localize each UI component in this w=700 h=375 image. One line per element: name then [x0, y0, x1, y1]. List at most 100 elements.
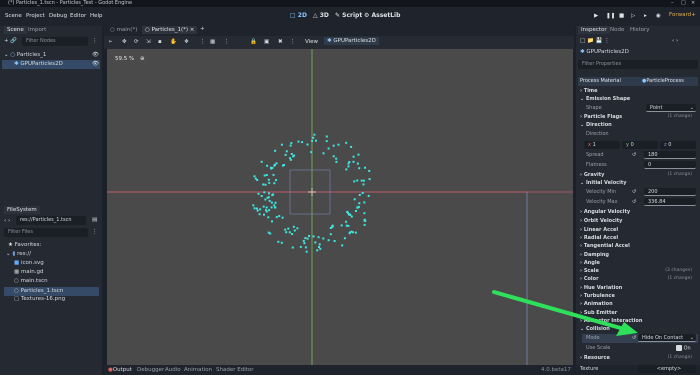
rotate-tool-icon[interactable]: ⟳	[134, 39, 139, 45]
section-color[interactable]: › Color	[580, 276, 599, 282]
view-menu[interactable]: View	[305, 39, 318, 45]
ruler-tool-icon[interactable]: ▪	[158, 39, 162, 45]
section-particle-flags[interactable]: › Particle Flags	[580, 114, 622, 120]
velocity-min-field[interactable]: 200	[644, 188, 696, 196]
scale-tool-icon[interactable]: ⇲	[146, 39, 151, 45]
pause-icon[interactable]: ❚❚	[606, 13, 615, 20]
tab-scene[interactable]: Scene	[4, 26, 27, 34]
section-initial-velocity[interactable]: ⌄ Initial Velocity	[580, 180, 626, 186]
close-tab-icon[interactable]: ×	[190, 27, 195, 33]
visibility-icon[interactable]: 👁	[92, 52, 99, 58]
section-resource[interactable]: › Resource	[580, 355, 610, 361]
play-scene-icon[interactable]: ▷	[631, 13, 637, 20]
tab-filesystem[interactable]: FileSystem	[4, 206, 40, 214]
nav-back-icon[interactable]: ‹ ›	[4, 218, 10, 224]
menu-editor[interactable]: Editor	[70, 13, 86, 19]
tab-import[interactable]: Import	[28, 27, 46, 33]
tab-inspector[interactable]: Inspector	[578, 26, 610, 34]
file-item[interactable]: ▦ main.gd	[14, 269, 43, 275]
menu-help[interactable]: Help	[90, 13, 103, 19]
tree-item-gpuparticles2d[interactable]: ✱ GPUParticles2D	[2, 60, 100, 69]
pan-tool-icon[interactable]: ✋	[170, 39, 177, 45]
inspector-toolbar-icons[interactable]: □ 📁 💾 ⋮	[580, 38, 610, 44]
texture-field[interactable]: <empty>	[638, 365, 696, 373]
gpuparticles2d-menu[interactable]: ✱ GPUParticles2D	[324, 37, 379, 45]
add-tab-icon[interactable]: +	[200, 26, 205, 32]
filesystem-path[interactable]: res://Particles_1.tscn	[16, 216, 86, 225]
movie-icon[interactable]: ◉	[656, 13, 662, 20]
spread-field[interactable]: 180	[644, 151, 696, 159]
tab-shader-editor[interactable]: Shader Editor	[216, 367, 254, 373]
tab-history[interactable]: History	[630, 27, 650, 33]
fs-root[interactable]: ⌄ ▮ res://	[6, 251, 31, 257]
filter-files-input[interactable]: Filter Files	[4, 228, 88, 237]
tab-main[interactable]: ○ main(*)	[110, 27, 137, 33]
direction-y-field[interactable]: y 0	[622, 141, 658, 149]
workspace-script[interactable]: ✎ Script	[335, 12, 362, 19]
scene-filter-icon[interactable]: ⋮	[92, 38, 98, 44]
select-tool-icon[interactable]: ➢	[108, 39, 113, 45]
section-orbit-velocity[interactable]: › Orbit Velocity	[580, 218, 622, 224]
more-icon[interactable]: ⋮	[224, 39, 230, 45]
maximize-icon[interactable]: □	[681, 0, 686, 7]
inspected-node[interactable]: ✱ GPUParticles2D	[580, 49, 629, 55]
workspace-3d[interactable]: △ 3D	[313, 12, 329, 19]
section-emission-shape[interactable]: ⌄ Emission Shape	[580, 96, 630, 102]
sort-icon[interactable]: ⋮	[92, 229, 98, 235]
section-linear-accel[interactable]: › Linear Accel	[580, 227, 618, 233]
section-gravity[interactable]: › Gravity	[580, 172, 604, 178]
file-item[interactable]: ■ icon.svg	[14, 260, 44, 266]
minimize-icon[interactable]: –	[671, 0, 674, 7]
reset-icon[interactable]: ↺	[632, 152, 636, 158]
menu-debug[interactable]: Debug	[49, 13, 67, 19]
use-scale-checkbox[interactable]: On	[676, 345, 691, 352]
close-icon[interactable]: ×	[691, 0, 695, 7]
grid-snap-icon[interactable]: ▦	[210, 39, 215, 45]
bone-icon[interactable]: ✖	[278, 39, 283, 45]
lock-icon[interactable]: 🔒	[250, 39, 257, 45]
workspace-2d[interactable]: □ 2D	[290, 12, 307, 19]
section-angular-velocity[interactable]: › Angular Velocity	[580, 209, 630, 215]
section-damping[interactable]: › Damping	[580, 252, 609, 258]
velocity-max-field[interactable]: 336.84	[644, 198, 696, 206]
tab-audio[interactable]: Audio	[165, 367, 181, 373]
section-scale[interactable]: › Scale	[580, 268, 599, 274]
stop-icon[interactable]: ■	[619, 13, 625, 20]
zoom-level[interactable]: 59.5 % ⊕	[115, 56, 145, 62]
file-item[interactable]: ▢ Textures-16.png	[14, 296, 65, 302]
direction-x-field[interactable]: x 1	[584, 141, 620, 149]
filter-nodes-input[interactable]: Filter Nodes	[22, 37, 88, 46]
filter-properties-input[interactable]: Filter Properties	[578, 60, 698, 69]
play-icon[interactable]: ▶	[594, 13, 600, 20]
file-item-selected[interactable]: ○ Particles_1.tscn	[4, 287, 99, 296]
section-time[interactable]: › Time	[580, 88, 598, 94]
group-icon[interactable]: ▣	[264, 39, 269, 45]
direction-z-field[interactable]: z 0	[660, 141, 696, 149]
snap-icon[interactable]: ⋮	[200, 39, 206, 45]
process-material-value[interactable]: ●ParticleProcess	[642, 78, 684, 84]
move-tool-icon[interactable]: ✥	[122, 39, 127, 45]
menu-scene[interactable]: Scene	[5, 13, 22, 19]
more-icon[interactable]: ⋮	[290, 39, 296, 45]
play-custom-icon[interactable]: ▸	[644, 13, 650, 20]
tree-item-particles-1[interactable]: ⌄ ○ Particles_1	[4, 52, 46, 58]
menu-project[interactable]: Project	[26, 13, 45, 19]
tab-animation[interactable]: Animation	[184, 367, 212, 373]
tab-particles-1[interactable]: ○ Particles_1(*) ×	[142, 26, 198, 34]
shape-select[interactable]: Point ⌄	[646, 104, 696, 112]
tab-output[interactable]: ●Output	[108, 367, 132, 373]
ruler-icon[interactable]: ❖	[184, 39, 189, 45]
section-angle[interactable]: › Angle	[580, 260, 600, 266]
renderer-select[interactable]: Forward+	[669, 12, 696, 18]
section-radial-accel[interactable]: › Radial Accel	[580, 235, 618, 241]
tab-node[interactable]: Node	[610, 27, 624, 33]
tab-debugger[interactable]: Debugger	[137, 367, 164, 373]
split-mode-icon[interactable]: ▤	[92, 217, 97, 223]
section-tangential-accel[interactable]: › Tangential Accel	[580, 243, 630, 249]
file-item[interactable]: ○ main.tscn	[14, 278, 48, 284]
add-node-icon[interactable]: + 🔗	[4, 38, 17, 44]
workspace-assetlib[interactable]: ⚙ AssetLib	[364, 12, 400, 19]
history-nav-icons[interactable]: ‹ ›	[672, 38, 678, 44]
reset-icon[interactable]: ↺	[632, 189, 636, 195]
process-material-row[interactable]: Process Material ●ParticleProcess	[578, 77, 698, 86]
